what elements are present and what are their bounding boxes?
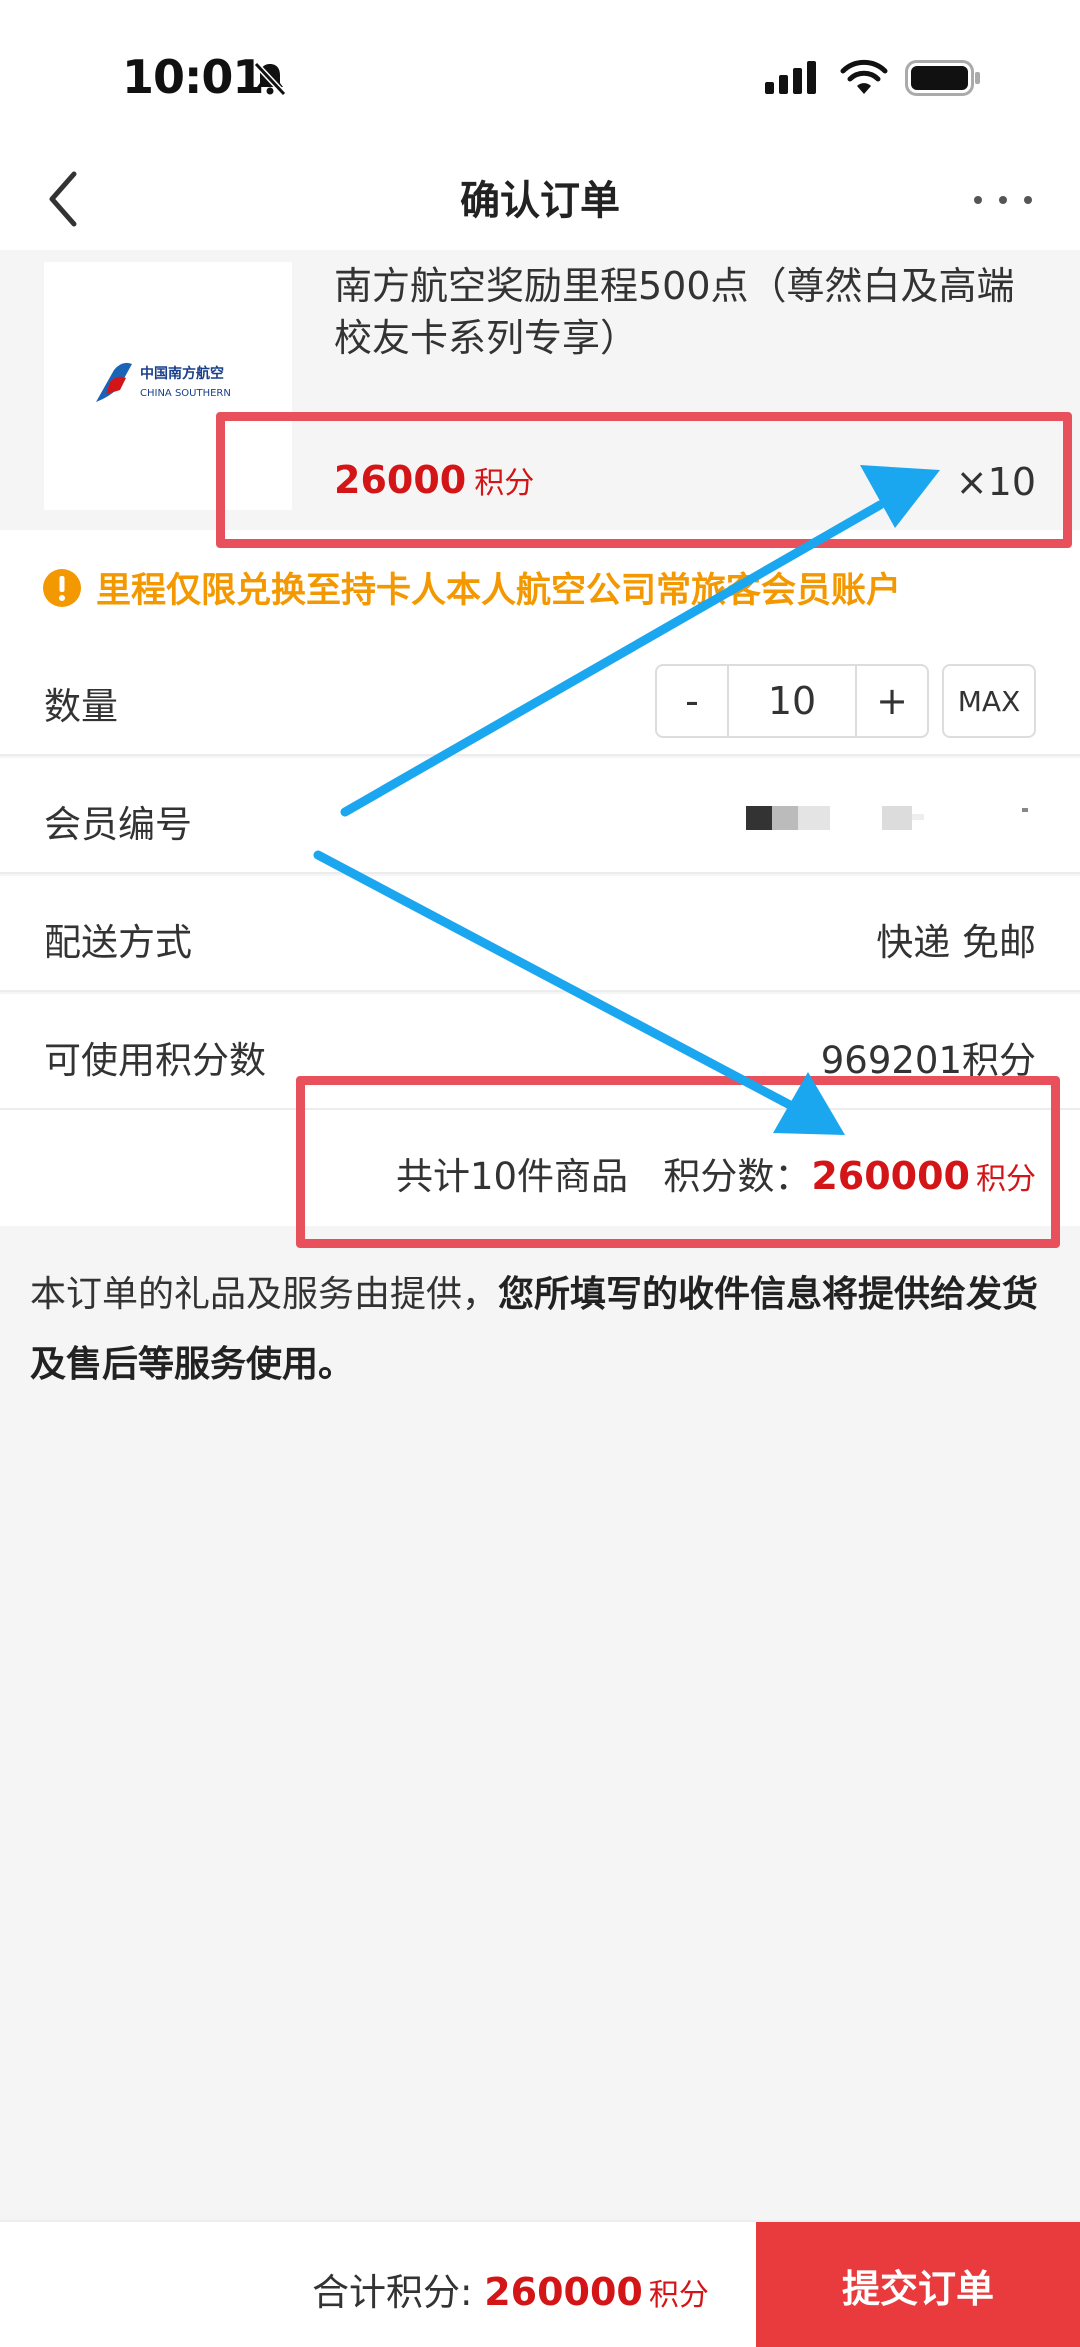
total-points: 合计积分: 260000 积分: [312, 2262, 709, 2316]
page-title: 确认订单: [460, 178, 620, 224]
signal-icon: [765, 61, 816, 94]
redacted-member-number: [746, 806, 1028, 830]
decrease-button[interactable]: -: [655, 664, 729, 738]
member-label: 会员编号: [44, 803, 192, 846]
delivery-value: 快递 免邮: [876, 921, 1036, 964]
svg-text:中国南方航空: 中国南方航空: [140, 365, 224, 382]
terms-normal: 本订单的礼品及服务由提供，: [30, 1274, 499, 1315]
member-row[interactable]: 会员编号: [0, 758, 1080, 874]
warning-icon: [43, 569, 81, 607]
china-southern-logo: 中国南方航空 CHINA SOUTHERN: [96, 362, 231, 402]
quantity-stepper: - 10 +: [655, 664, 929, 738]
available-points-label: 可使用积分数: [44, 1039, 266, 1082]
bell-off-icon: [253, 61, 287, 96]
status-time: 10:01: [122, 50, 264, 104]
nav-bar: 确认订单: [0, 150, 1080, 250]
product-name: 南方航空奖励里程500点（尊然白及高端校友卡系列专享）: [334, 264, 1015, 360]
quantity-input[interactable]: 10: [729, 664, 855, 738]
battery-icon: [905, 60, 980, 96]
bottom-bar: 合计积分: 260000 积分 提交订单: [0, 2220, 1080, 2347]
status-bar: 10:01: [0, 0, 1080, 150]
quantity-label: 数量: [44, 685, 118, 728]
total-label: 合计积分:: [312, 2271, 485, 2314]
annotation-box-price: [216, 412, 1072, 548]
more-icon[interactable]: [968, 180, 1038, 220]
notice-text: 里程仅限兑换至持卡人本人航空公司常旅客会员账户: [96, 571, 902, 611]
increase-button[interactable]: +: [855, 664, 929, 738]
delivery-label: 配送方式: [44, 921, 192, 964]
wifi-icon: [840, 59, 888, 94]
total-amount: 260000: [484, 2270, 643, 2314]
total-unit: 积分: [648, 2278, 709, 2313]
svg-text:CHINA SOUTHERN: CHINA SOUTHERN: [140, 388, 231, 399]
annotation-box-summary: [296, 1076, 1060, 1248]
submit-order-button[interactable]: 提交订单: [756, 2222, 1080, 2347]
quantity-row: 数量 - 10 + MAX: [0, 640, 1080, 756]
terms-text: 本订单的礼品及服务由提供，您所填写的收件信息将提供给发货及售后等服务使用。: [30, 1260, 1050, 1400]
max-button[interactable]: MAX: [942, 664, 1036, 738]
delivery-row: 配送方式 快递 免邮: [0, 876, 1080, 992]
